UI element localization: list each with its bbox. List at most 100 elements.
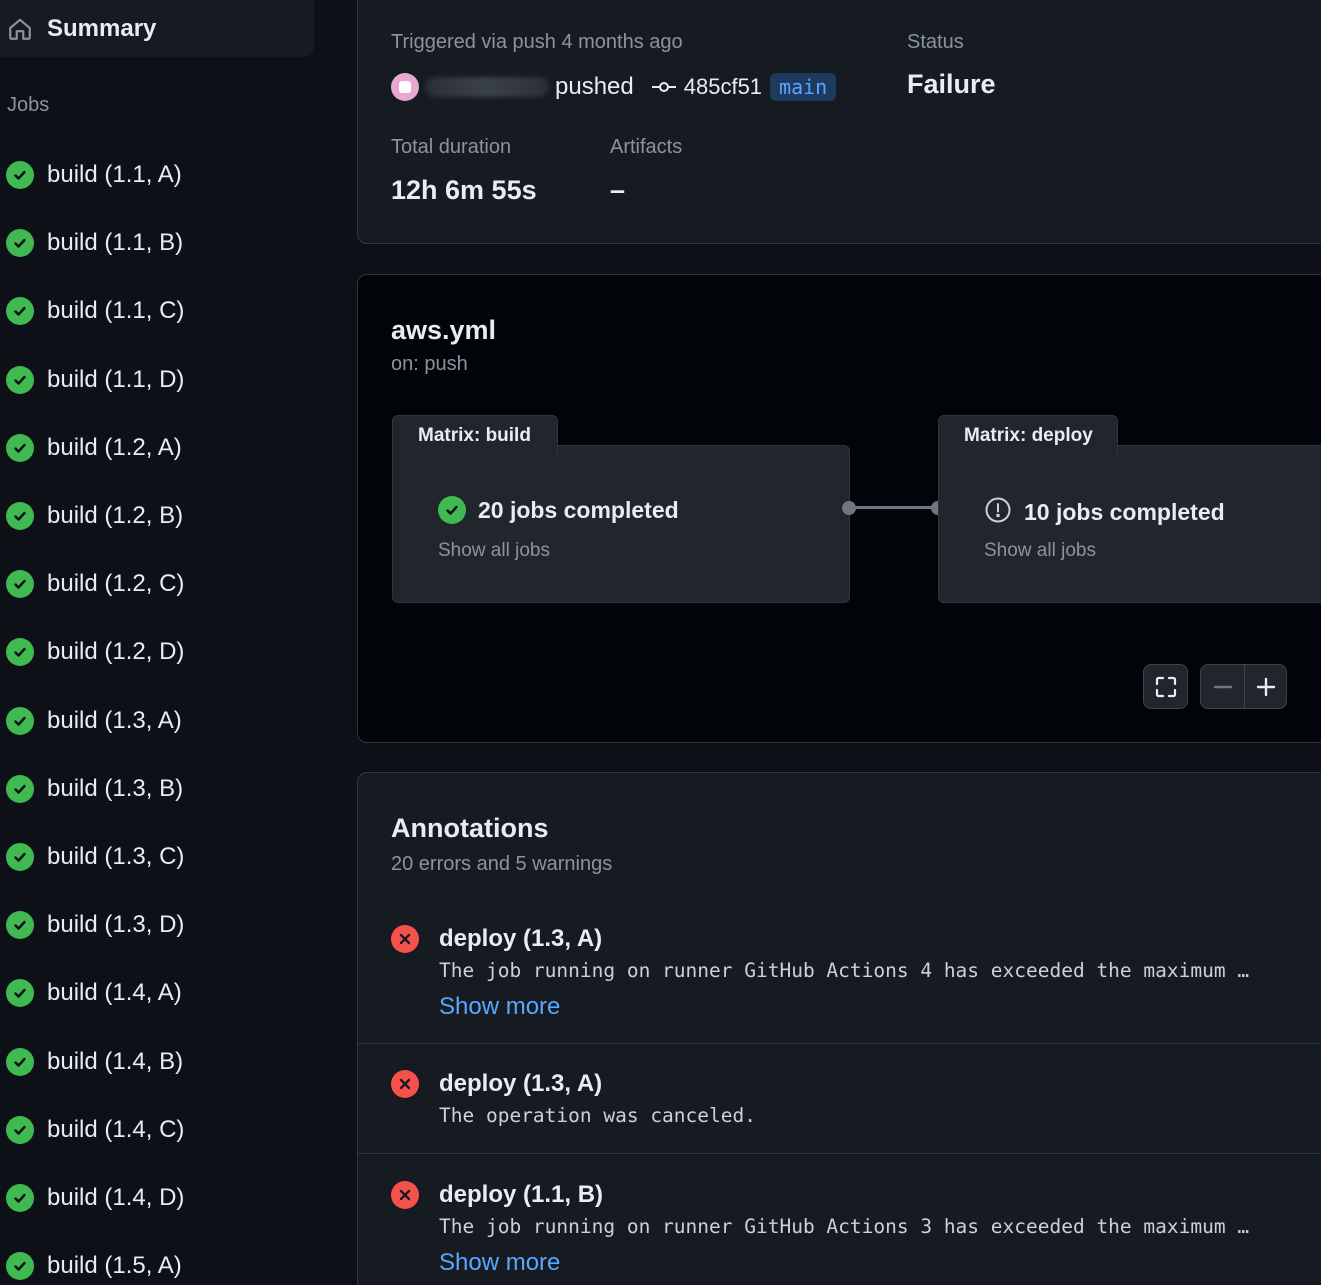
commit-sha[interactable]: 485cf51 bbox=[684, 74, 762, 100]
matrix-build-box[interactable]: 20 jobs completed Show all jobs bbox=[392, 445, 850, 603]
job-item[interactable]: build (1.3, B) bbox=[0, 755, 184, 823]
alert-circle-icon bbox=[984, 496, 1012, 529]
job-name: build (1.3, C) bbox=[47, 842, 185, 870]
job-name: build (1.3, B) bbox=[47, 774, 184, 802]
show-all-jobs-link[interactable]: Show all jobs bbox=[438, 540, 550, 562]
plus-icon bbox=[1256, 677, 1275, 696]
job-name: build (1.2, A) bbox=[47, 433, 182, 461]
job-name: build (1.1, D) bbox=[47, 365, 185, 393]
jobs-heading: Jobs bbox=[7, 94, 50, 116]
check-circle-icon bbox=[6, 297, 34, 326]
check-circle-icon bbox=[6, 979, 34, 1008]
divider bbox=[358, 1043, 1321, 1044]
annotation-message: The job running on runner GitHub Actions… bbox=[439, 959, 1250, 982]
job-item[interactable]: build (1.4, C) bbox=[0, 1096, 184, 1164]
annotation-item: deploy (1.3, A) The operation was cancel… bbox=[358, 1058, 1321, 1168]
annotation-item: deploy (1.3, A) The job running on runne… bbox=[358, 913, 1321, 1043]
matrix-deploy-box[interactable]: 10 jobs completed Show all jobs bbox=[938, 445, 1321, 603]
job-name: build (1.1, A) bbox=[47, 161, 182, 189]
push-info: pushed 485cf51 main bbox=[391, 69, 837, 105]
fullscreen-icon bbox=[1155, 676, 1176, 697]
annotation-job[interactable]: deploy (1.3, A) bbox=[439, 1070, 602, 1098]
job-name: build (1.3, D) bbox=[47, 911, 185, 939]
job-item[interactable]: build (1.1, D) bbox=[0, 346, 184, 414]
job-name: build (1.5, A) bbox=[47, 1252, 182, 1280]
run-summary-card: Triggered via push 4 months ago pushed 4… bbox=[357, 0, 1321, 244]
job-name: build (1.2, D) bbox=[47, 638, 185, 666]
check-circle-icon bbox=[6, 1115, 34, 1144]
avatar[interactable] bbox=[391, 73, 419, 101]
git-commit-icon bbox=[651, 79, 676, 95]
annotations-title: Annotations bbox=[391, 813, 549, 843]
zoom-in-button[interactable] bbox=[1244, 664, 1287, 709]
job-name: build (1.4, A) bbox=[47, 979, 182, 1007]
redacted-username bbox=[425, 77, 549, 97]
check-circle-icon bbox=[6, 706, 34, 735]
job-name: build (1.1, C) bbox=[47, 297, 185, 325]
annotation-job[interactable]: deploy (1.1, B) bbox=[439, 1181, 603, 1209]
divider bbox=[358, 1153, 1321, 1154]
job-item[interactable]: build (1.4, A) bbox=[0, 959, 184, 1027]
job-item[interactable]: build (1.2, B) bbox=[0, 482, 184, 550]
workflow-trigger: on: push bbox=[391, 353, 468, 375]
check-circle-icon bbox=[6, 1183, 34, 1212]
home-icon bbox=[6, 15, 34, 43]
job-item[interactable]: build (1.3, D) bbox=[0, 891, 184, 959]
matrix-build-status: 20 jobs completed bbox=[438, 496, 679, 524]
zoom-out-button[interactable] bbox=[1200, 664, 1245, 709]
job-item[interactable]: build (1.4, D) bbox=[0, 1164, 184, 1232]
check-circle-icon bbox=[6, 502, 34, 531]
annotation-job[interactable]: deploy (1.3, A) bbox=[439, 925, 602, 953]
job-list: build (1.1, A) build (1.1, B) build (1.1… bbox=[0, 141, 184, 1285]
job-item[interactable]: build (1.3, C) bbox=[0, 823, 184, 891]
duration-value: 12h 6m 55s bbox=[391, 175, 537, 205]
check-circle-icon bbox=[6, 842, 34, 871]
job-item[interactable]: build (1.2, C) bbox=[0, 550, 184, 618]
job-item[interactable]: build (1.4, B) bbox=[0, 1027, 184, 1095]
workflow-graph-card: aws.yml on: push 20 jobs completed Show … bbox=[357, 274, 1321, 743]
job-name: build (1.1, B) bbox=[47, 229, 184, 257]
matrix-deploy-count: 10 jobs completed bbox=[1024, 499, 1225, 525]
matrix-deploy: 10 jobs completed Show all jobs Matrix: … bbox=[938, 415, 1321, 605]
artifacts-value: – bbox=[610, 175, 626, 205]
job-item[interactable]: build (1.2, A) bbox=[0, 414, 184, 482]
job-name: build (1.2, C) bbox=[47, 570, 185, 598]
matrix-deploy-status: 10 jobs completed bbox=[984, 496, 1225, 529]
check-circle-icon bbox=[6, 161, 34, 190]
check-circle-icon bbox=[6, 570, 34, 599]
branch-badge[interactable]: main bbox=[770, 73, 837, 101]
job-item[interactable]: build (1.1, C) bbox=[0, 277, 184, 345]
job-item[interactable]: build (1.3, A) bbox=[0, 687, 184, 755]
workflow-run-page: Summary Jobs build (1.1, A) build (1.1, … bbox=[0, 0, 1321, 1285]
job-item[interactable]: build (1.1, B) bbox=[0, 209, 184, 277]
check-circle-icon bbox=[6, 365, 34, 394]
fullscreen-button[interactable] bbox=[1143, 664, 1188, 709]
summary-label: Summary bbox=[47, 14, 157, 42]
check-circle-icon bbox=[6, 774, 34, 803]
matrix-build-tab: Matrix: build bbox=[392, 415, 558, 455]
matrix-build: 20 jobs completed Show all jobs Matrix: … bbox=[392, 415, 850, 605]
trigger-text: Triggered via push 4 months ago bbox=[391, 31, 683, 53]
check-circle-icon bbox=[6, 911, 34, 940]
job-item[interactable]: build (1.5, A) bbox=[0, 1232, 184, 1285]
check-circle-icon bbox=[6, 638, 34, 667]
show-all-jobs-link[interactable]: Show all jobs bbox=[984, 540, 1096, 562]
job-item[interactable]: build (1.2, D) bbox=[0, 618, 184, 686]
show-more-link[interactable]: Show more bbox=[439, 993, 560, 1021]
annotation-message: The operation was canceled. bbox=[439, 1104, 756, 1127]
annotation-message: The job running on runner GitHub Actions… bbox=[439, 1215, 1250, 1238]
job-item[interactable]: build (1.1, A) bbox=[0, 141, 184, 209]
workflow-file-name[interactable]: aws.yml bbox=[391, 315, 496, 346]
job-name: build (1.4, C) bbox=[47, 1115, 185, 1143]
job-connector bbox=[854, 506, 938, 509]
artifacts-label: Artifacts bbox=[610, 136, 683, 158]
x-circle-icon bbox=[391, 1181, 419, 1209]
check-circle-icon bbox=[6, 433, 34, 462]
job-name: build (1.4, D) bbox=[47, 1183, 185, 1211]
annotations-card: Annotations 20 errors and 5 warnings dep… bbox=[357, 772, 1321, 1285]
x-circle-icon bbox=[391, 925, 419, 953]
summary-nav-item[interactable]: Summary bbox=[0, 0, 314, 57]
annotations-summary: 20 errors and 5 warnings bbox=[391, 853, 613, 875]
show-more-link[interactable]: Show more bbox=[439, 1249, 560, 1277]
check-circle-icon bbox=[6, 1252, 34, 1281]
